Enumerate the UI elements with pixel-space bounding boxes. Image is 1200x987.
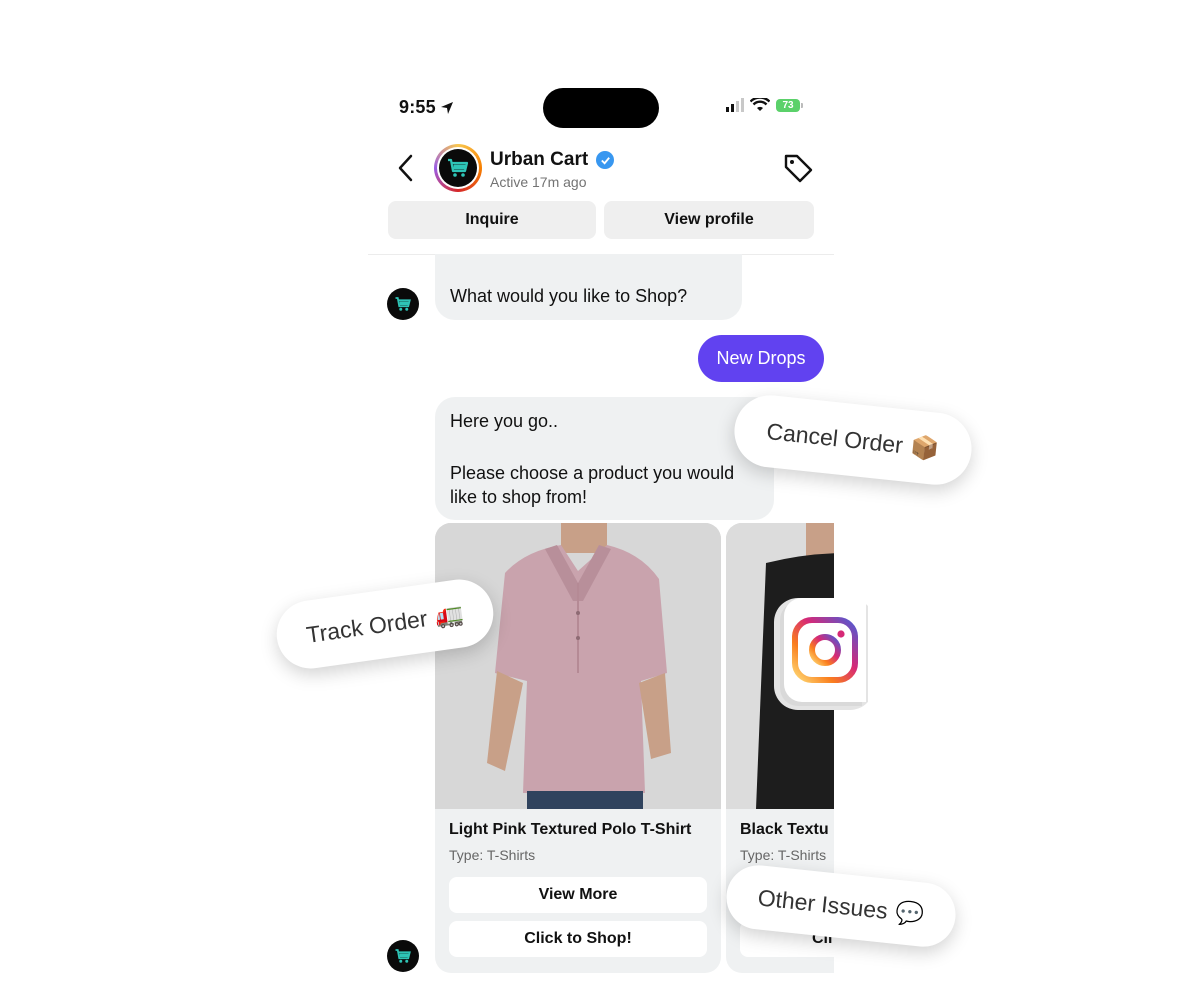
phone-screen: 9:55 73 Urban Cart Active 17m ago Inquir…	[368, 60, 834, 987]
cellular-signal-icon	[726, 98, 744, 112]
sender-avatar	[387, 940, 419, 972]
status-indicators: 73	[726, 98, 803, 112]
avatar-ring-gap	[437, 147, 479, 189]
click-to-shop-button[interactable]: Click to Shop!	[449, 921, 707, 957]
view-profile-button[interactable]: View profile	[604, 201, 814, 239]
status-time-text: 9:55	[399, 97, 436, 117]
shopping-cart-logo-icon	[439, 149, 477, 187]
view-more-button[interactable]: View More	[449, 877, 707, 913]
chip-label: Other Issues	[756, 883, 890, 924]
product-title: Black Textu	[740, 821, 829, 838]
account-name: Urban Cart	[490, 149, 589, 170]
tag-icon[interactable]	[782, 152, 814, 184]
instagram-logo-tile	[784, 598, 866, 702]
profile-avatar[interactable]	[434, 144, 482, 192]
message-bubble-incoming: What would you like to Shop?	[435, 254, 742, 320]
dynamic-island	[543, 88, 659, 128]
verified-badge-icon	[596, 151, 615, 169]
battery-indicator: 73	[776, 98, 800, 112]
instagram-logo-icon	[792, 617, 858, 683]
message-text: Here you go..	[450, 411, 559, 431]
package-icon: 📦	[909, 432, 941, 462]
delivery-truck-icon: 🚛	[433, 599, 466, 630]
message-text: Please choose a product you would like t…	[450, 463, 735, 507]
chat-title[interactable]: Urban Cart	[490, 149, 615, 171]
product-type: Type: T-Shirts	[449, 847, 536, 863]
location-arrow-icon	[440, 101, 453, 114]
shopping-cart-icon	[395, 949, 411, 963]
message-bubble-incoming: Here you go.. Please choose a product yo…	[435, 397, 774, 520]
chip-label: Cancel Order	[765, 417, 905, 458]
speech-bubble-icon: 💬	[894, 898, 926, 928]
product-image[interactable]	[435, 523, 721, 809]
pink-polo-shirt-photo	[435, 523, 721, 809]
sender-avatar	[387, 288, 419, 320]
chip-label: Track Order	[304, 604, 429, 648]
wifi-icon	[750, 98, 770, 111]
battery-level: 73	[782, 99, 794, 111]
battery-tip	[801, 102, 803, 108]
product-title: Light Pink Textured Polo T-Shirt	[449, 821, 692, 838]
message-bubble-outgoing: New Drops	[698, 335, 824, 382]
back-arrow-icon[interactable]	[396, 153, 416, 183]
inquire-button[interactable]: Inquire	[388, 201, 596, 239]
active-status: Active 17m ago	[490, 174, 587, 190]
status-time: 9:55	[399, 97, 454, 118]
message-text: What would you like to Shop?	[450, 286, 688, 306]
shopping-cart-icon	[395, 297, 411, 311]
product-type: Type: T-Shirts	[740, 847, 827, 863]
